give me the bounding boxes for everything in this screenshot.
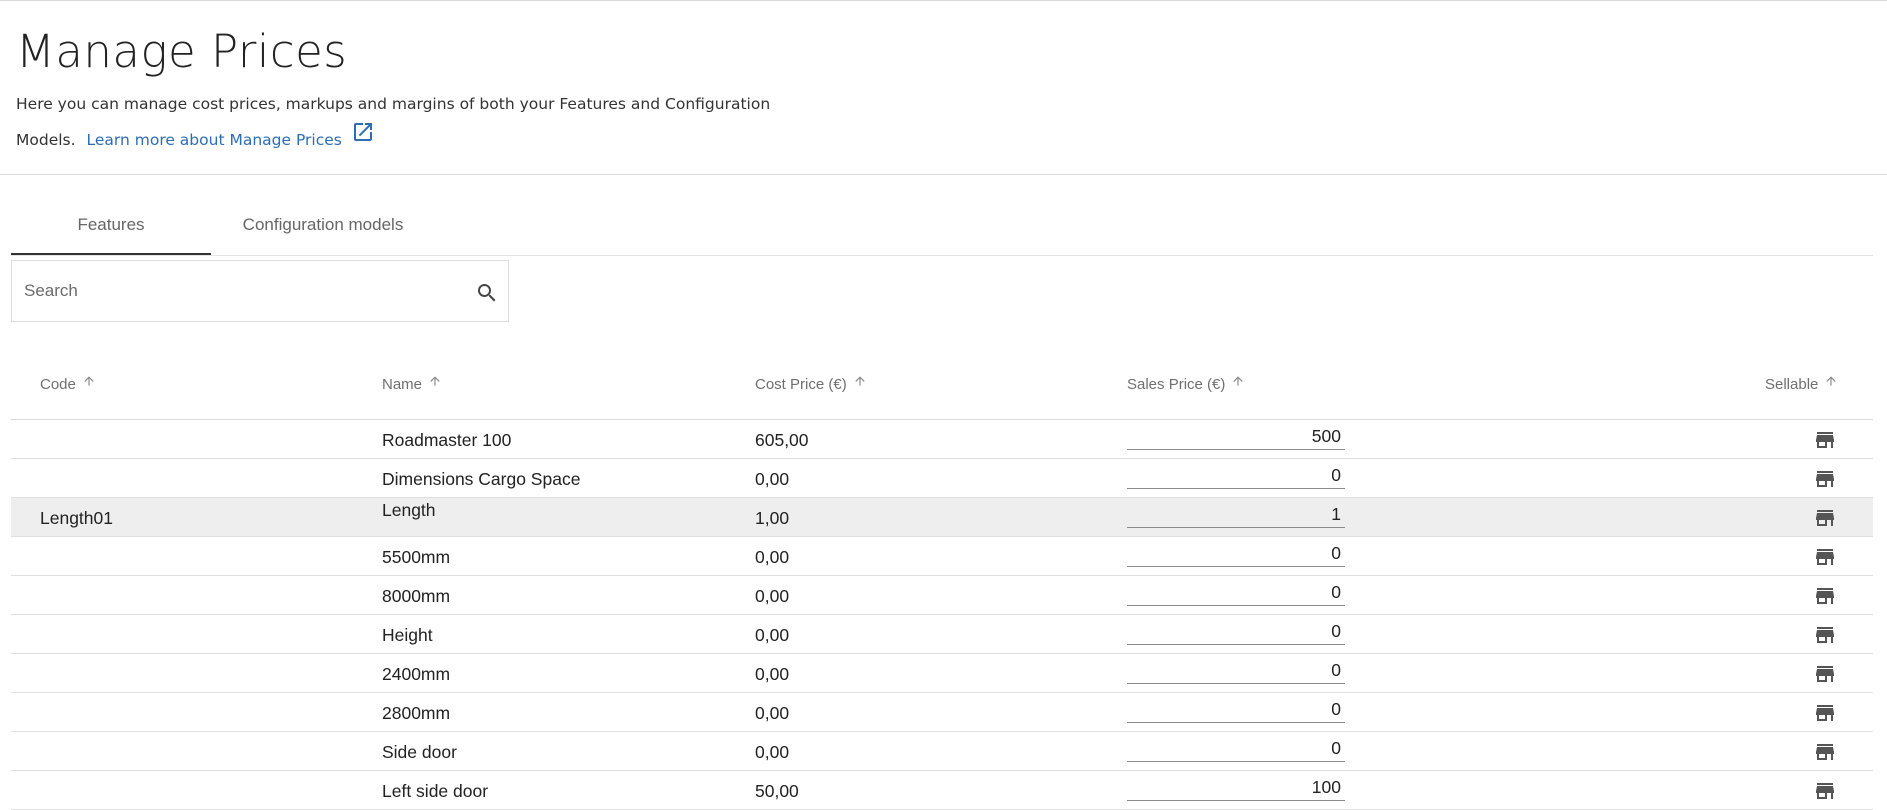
- column-label: Cost Price (€): [755, 376, 847, 393]
- table-row: Height 0,00: [11, 615, 1873, 654]
- cell-cost-price: 0,00: [755, 664, 790, 684]
- sales-price-input[interactable]: [1127, 697, 1345, 723]
- table-body: Roadmaster 100 605,00 Dimensions Cargo S…: [11, 420, 1873, 810]
- cell-name: Height: [382, 625, 433, 645]
- tab-configuration-models[interactable]: Configuration models: [211, 200, 435, 254]
- table-row: Dimensions Cargo Space 0,00: [11, 459, 1873, 498]
- column-label: Code: [40, 376, 76, 393]
- store-icon[interactable]: [1813, 779, 1837, 808]
- cell-cost-price: 0,00: [755, 547, 790, 567]
- sales-price-input[interactable]: [1127, 619, 1345, 645]
- cell-name: Side door: [382, 742, 457, 762]
- tab-features[interactable]: Features: [11, 200, 211, 255]
- sales-price-input[interactable]: [1127, 424, 1345, 450]
- cell-cost-price: 0,00: [755, 742, 790, 762]
- table-row: Left side door 50,00: [11, 771, 1873, 810]
- store-icon[interactable]: [1813, 428, 1837, 457]
- sales-price-input[interactable]: [1127, 775, 1345, 801]
- cell-name: 2400mm: [382, 664, 451, 684]
- column-header-cost-price[interactable]: Cost Price (€): [755, 375, 867, 395]
- arrow-up-icon: [428, 374, 442, 394]
- column-label: Sellable: [1765, 376, 1819, 393]
- description-line-2: Models.: [16, 131, 76, 149]
- column-header-sellable[interactable]: Sellable: [1765, 375, 1838, 395]
- sales-price-input[interactable]: [1127, 502, 1345, 528]
- header-divider: [0, 174, 1887, 175]
- top-border: [0, 0, 1887, 1]
- column-label: Sales Price (€): [1127, 376, 1226, 393]
- tab-bar: Features Configuration models: [11, 200, 1871, 255]
- store-icon[interactable]: [1813, 506, 1837, 535]
- page-title: Manage Prices: [16, 25, 348, 78]
- description-line-1: Here you can manage cost prices, markups…: [16, 95, 771, 113]
- arrow-up-icon: [82, 374, 96, 394]
- table-row: Roadmaster 100 605,00: [11, 420, 1873, 459]
- learn-more-label: Learn more about Manage Prices: [86, 131, 342, 149]
- table-row: 2800mm 0,00: [11, 693, 1873, 732]
- cell-name: 8000mm: [382, 586, 451, 606]
- sales-price-input[interactable]: [1127, 541, 1345, 567]
- cell-cost-price: 50,00: [755, 781, 799, 801]
- cell-cost-price: 1,00: [755, 508, 790, 528]
- tab-bar-underline: [11, 255, 1873, 256]
- arrow-up-icon: [853, 374, 867, 394]
- page-description: Here you can manage cost prices, markups…: [16, 86, 776, 158]
- table-row: 8000mm 0,00: [11, 576, 1873, 615]
- column-header-code[interactable]: Code: [40, 375, 96, 395]
- store-icon[interactable]: [1813, 584, 1837, 613]
- cell-cost-price: 0,00: [755, 469, 790, 489]
- sales-price-input[interactable]: [1127, 658, 1345, 684]
- cell-name: 2800mm: [382, 703, 451, 723]
- cell-cost-price: 0,00: [755, 703, 790, 723]
- arrow-up-icon: [1231, 374, 1245, 394]
- sales-price-input[interactable]: [1127, 736, 1345, 762]
- store-icon[interactable]: [1813, 467, 1837, 496]
- store-icon[interactable]: [1813, 623, 1837, 652]
- store-icon[interactable]: [1813, 701, 1837, 730]
- sales-price-input[interactable]: [1127, 580, 1345, 606]
- table-row: 5500mm 0,00: [11, 537, 1873, 576]
- column-label: Name: [382, 376, 423, 393]
- cell-name: Dimensions Cargo Space: [382, 469, 581, 489]
- store-icon[interactable]: [1813, 545, 1837, 574]
- table-row: Length01 Length 1,00: [11, 498, 1873, 537]
- search-input[interactable]: [24, 271, 444, 311]
- cell-code: Length01: [40, 508, 113, 528]
- open-in-new-icon[interactable]: [351, 120, 375, 157]
- search-box: [11, 260, 509, 322]
- search-icon[interactable]: [475, 281, 499, 310]
- table-row: Side door 0,00: [11, 732, 1873, 771]
- cell-name: Length: [382, 500, 436, 520]
- page-header: Manage Prices Here you can manage cost p…: [16, 22, 776, 158]
- store-icon[interactable]: [1813, 662, 1837, 691]
- cell-name: 5500mm: [382, 547, 451, 567]
- cell-name: Left side door: [382, 781, 489, 801]
- sales-price-input[interactable]: [1127, 463, 1345, 489]
- table-header: Code Name Cost Price (€) Sales Price (€)…: [11, 360, 1873, 420]
- cell-name: Roadmaster 100: [382, 430, 512, 450]
- cell-cost-price: 0,00: [755, 625, 790, 645]
- description-line-2-wrap: Models. Learn more about Manage Prices: [16, 122, 776, 158]
- cell-cost-price: 605,00: [755, 430, 809, 450]
- column-header-name[interactable]: Name: [382, 375, 442, 395]
- table-row: 2400mm 0,00: [11, 654, 1873, 693]
- store-icon[interactable]: [1813, 740, 1837, 769]
- prices-table: Code Name Cost Price (€) Sales Price (€)…: [11, 360, 1873, 810]
- cell-cost-price: 0,00: [755, 586, 790, 606]
- learn-more-link[interactable]: Learn more about Manage Prices: [86, 123, 374, 149]
- column-header-sales-price[interactable]: Sales Price (€): [1127, 375, 1245, 395]
- arrow-up-icon: [1824, 374, 1838, 394]
